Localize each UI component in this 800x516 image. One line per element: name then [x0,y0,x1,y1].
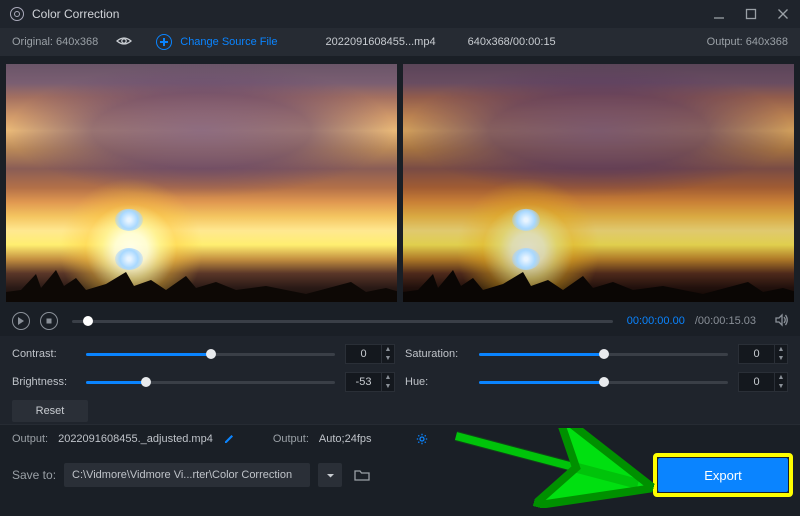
timeline-slider[interactable] [72,320,613,323]
time-total: /00:00:15.03 [695,315,756,327]
step-down-icon[interactable]: ▼ [382,354,394,363]
reset-button[interactable]: Reset [12,400,88,422]
export-button[interactable]: Export [658,458,788,492]
preview-toggle-icon[interactable] [116,35,132,50]
saturation-value-input[interactable]: 0▲▼ [738,344,788,364]
bottom-bar: Save to: C:\Vidmore\Vidmore Vi...rter\Co… [0,452,800,498]
step-up-icon[interactable]: ▲ [775,373,787,382]
step-down-icon[interactable]: ▼ [775,382,787,391]
output-settings-icon[interactable] [416,433,428,445]
output-dims-label: Output: 640x368 [707,36,788,48]
hue-slider[interactable] [479,381,728,384]
source-filename: 2022091608455...mp4 [325,36,435,48]
stop-button[interactable] [40,312,58,330]
step-down-icon[interactable]: ▼ [775,354,787,363]
brightness-value-input[interactable]: -53▲▼ [345,372,395,392]
contrast-slider[interactable] [86,353,335,356]
save-path-input[interactable]: C:\Vidmore\Vidmore Vi...rter\Color Corre… [64,463,310,487]
save-path-dropdown[interactable] [318,463,342,487]
add-source-icon[interactable] [156,34,172,50]
brightness-label: Brightness: [12,376,76,388]
hue-label: Hue: [405,376,469,388]
saturation-label: Saturation: [405,348,469,360]
output-settings-row: Output: 2022091608455._adjusted.mp4 Outp… [0,424,800,452]
step-up-icon[interactable]: ▲ [382,373,394,382]
output-file-label: Output: [12,433,48,445]
edit-filename-icon[interactable] [223,433,235,445]
adjusted-preview [403,64,794,302]
minimize-button[interactable] [712,7,726,21]
step-up-icon[interactable]: ▲ [775,345,787,354]
source-info-bar: Original: 640x368 Change Source File 202… [0,28,800,56]
open-folder-icon[interactable] [350,463,374,487]
contrast-value-input[interactable]: 0▲▼ [345,344,395,364]
contrast-label: Contrast: [12,348,76,360]
playback-bar: 00:00:00.00/00:00:15.03 [0,306,800,336]
titlebar: Color Correction [0,0,800,28]
volume-icon[interactable] [774,313,788,330]
hue-value-input[interactable]: 0▲▼ [738,372,788,392]
play-button[interactable] [12,312,30,330]
original-label: Original: 640x368 [12,36,98,48]
source-fileinfo: 640x368/00:00:15 [468,36,556,48]
app-logo-icon [10,7,24,21]
step-up-icon[interactable]: ▲ [382,345,394,354]
saturation-slider[interactable] [479,353,728,356]
original-preview [6,64,397,302]
color-sliders-panel: Contrast: 0▲▼ Saturation: 0▲▼ Brightness… [0,336,800,424]
window-title: Color Correction [32,7,119,21]
step-down-icon[interactable]: ▼ [382,382,394,391]
output-format-value: Auto;24fps [319,433,372,445]
preview-split [0,56,800,306]
output-format-label: Output: [273,433,309,445]
saveto-label: Save to: [12,468,56,482]
brightness-slider[interactable] [86,381,335,384]
change-source-link[interactable]: Change Source File [180,36,277,48]
maximize-button[interactable] [744,7,758,21]
output-filename: 2022091608455._adjusted.mp4 [58,433,213,445]
close-button[interactable] [776,7,790,21]
time-current: 00:00:00.00 [627,315,685,327]
